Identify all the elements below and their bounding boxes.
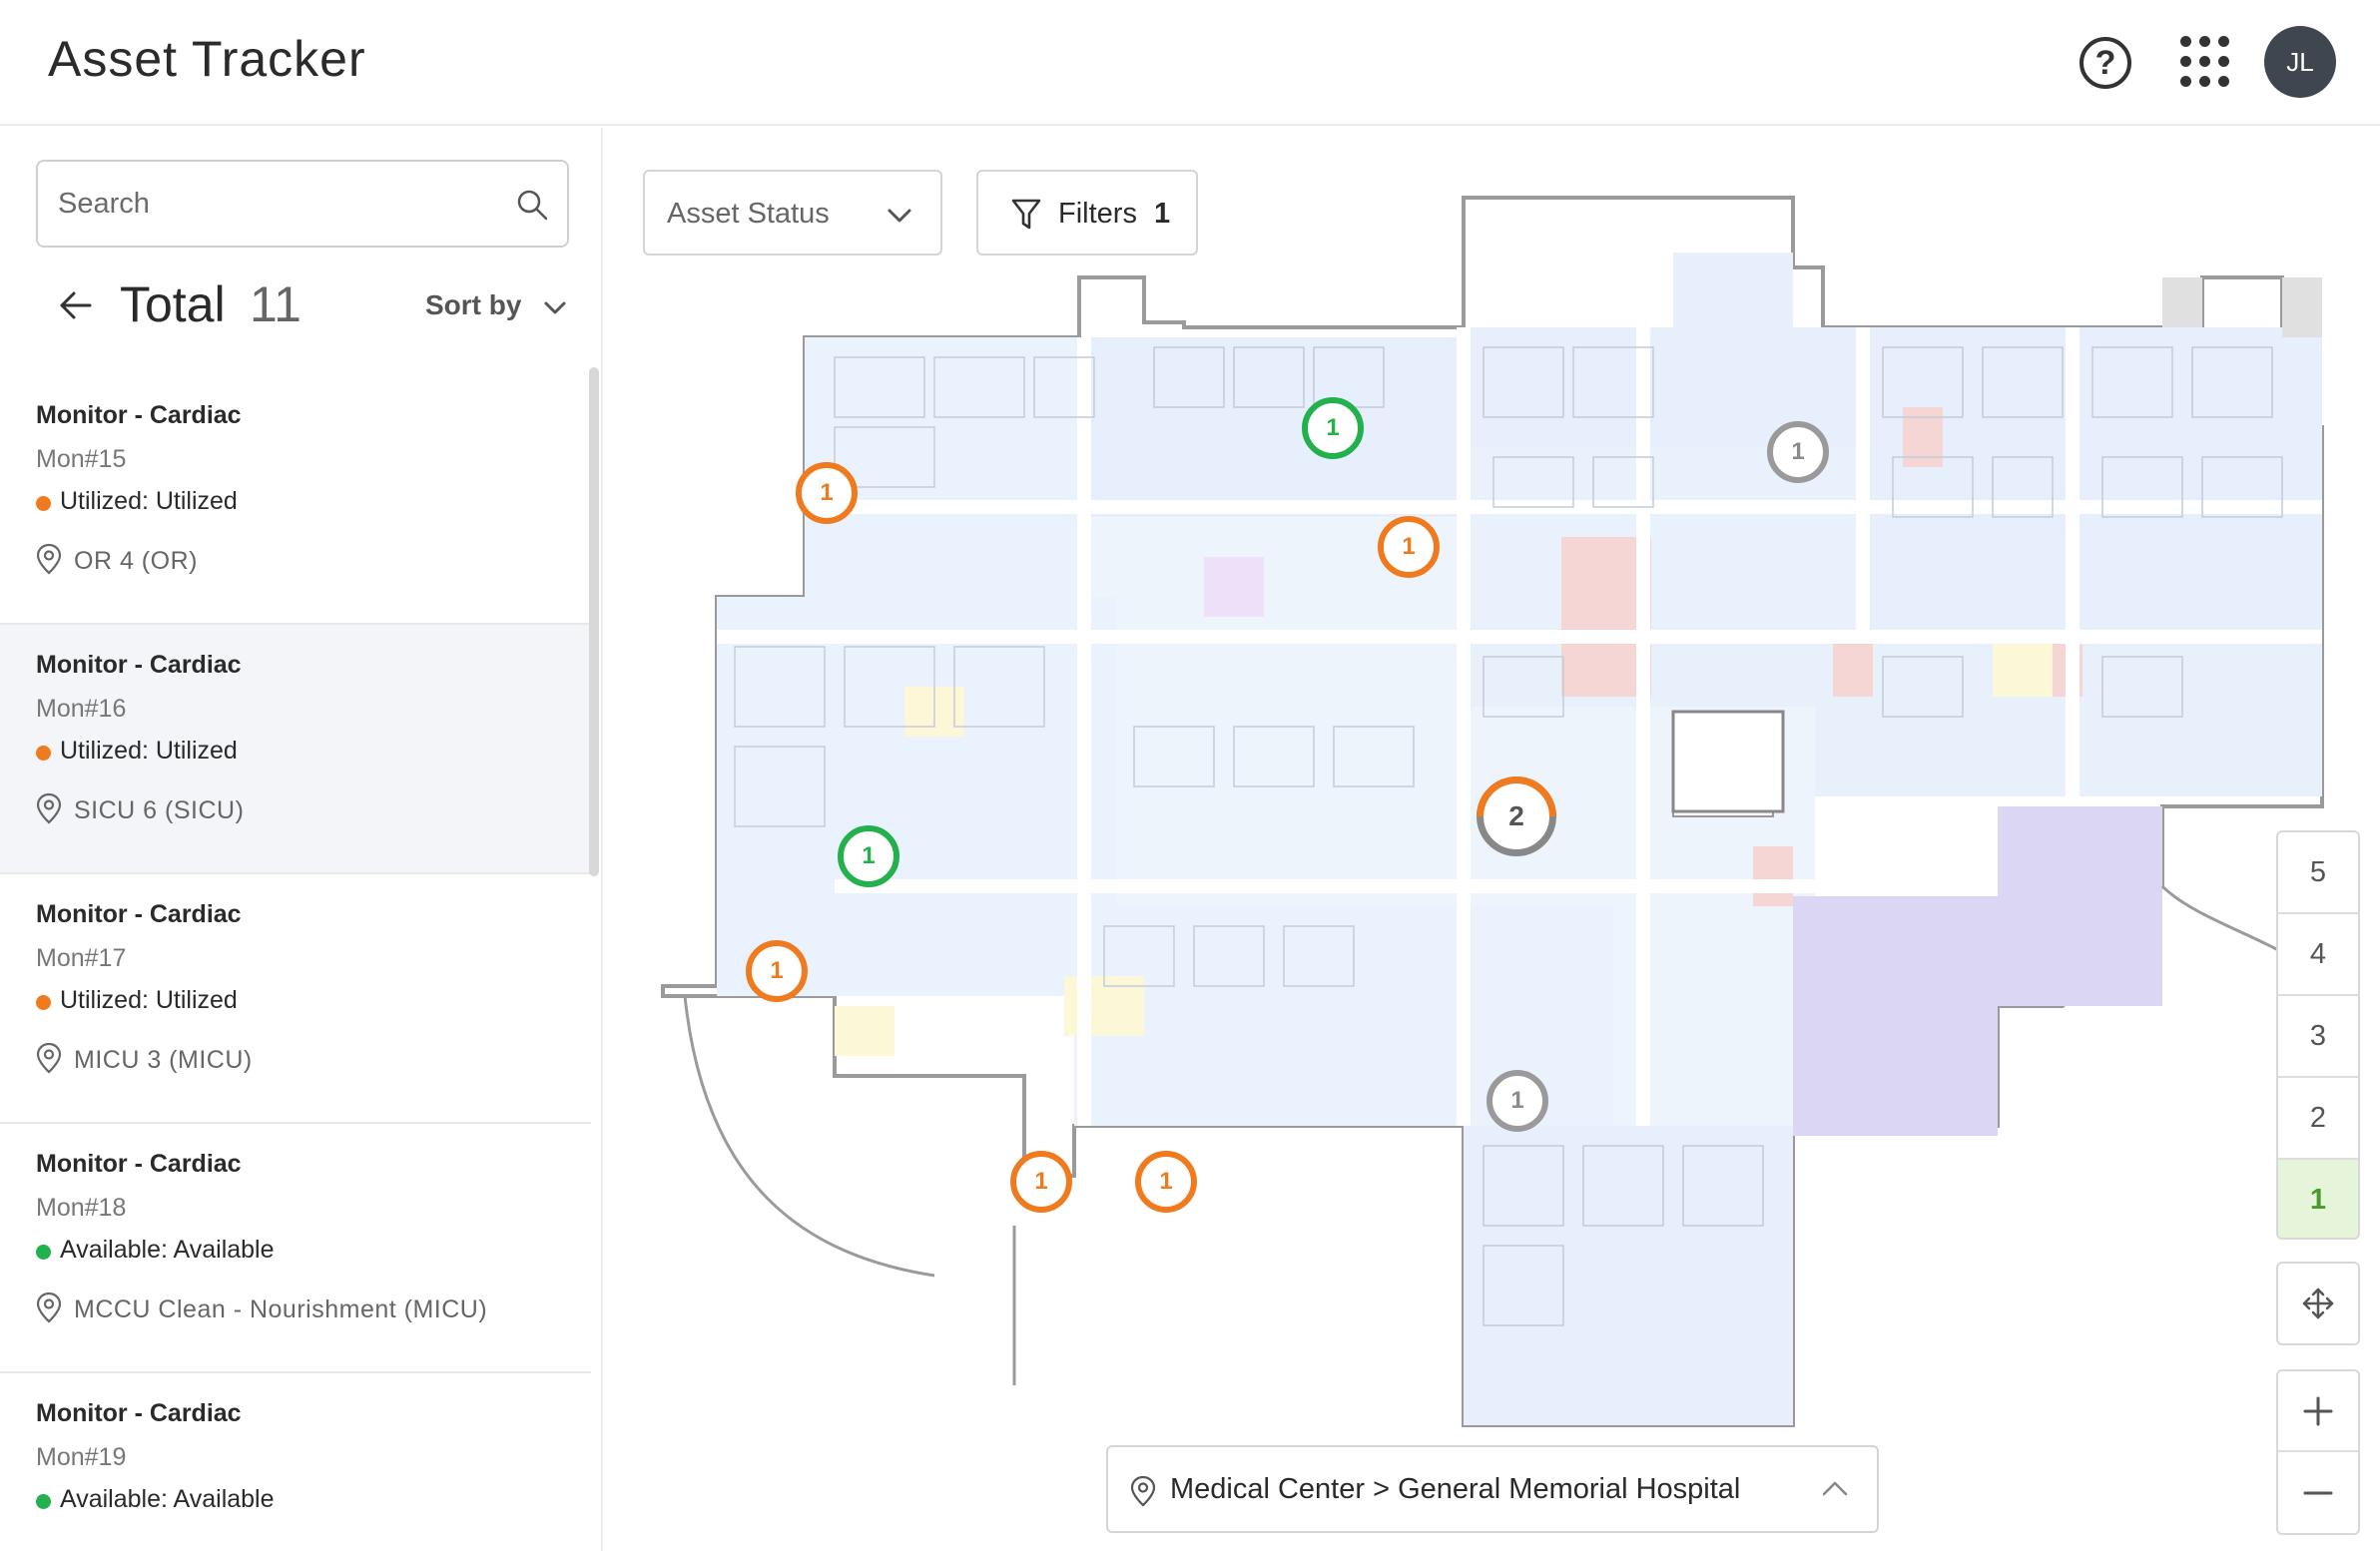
floor-button[interactable]: 3	[2278, 996, 2358, 1078]
location-text: SICU 6 (SICU)	[74, 796, 245, 824]
back-arrow-icon[interactable]	[56, 285, 96, 325]
breadcrumb-text: Medical Center > General Memorial Hospit…	[1170, 1473, 1741, 1505]
asset-marker[interactable]: 1	[796, 462, 858, 524]
sort-by-button[interactable]: Sort by	[425, 289, 521, 321]
search-box	[36, 160, 569, 248]
location-pin-icon	[36, 543, 62, 575]
location-pin-icon	[36, 792, 62, 824]
asset-name: Monitor - Cardiac	[36, 651, 242, 679]
asset-status: Utilized: Utilized	[36, 986, 238, 1015]
floor-button[interactable]: 2	[2278, 1078, 2358, 1160]
asset-status-label: Asset Status	[667, 198, 830, 230]
asset-status-dropdown[interactable]: Asset Status	[643, 170, 942, 256]
filter-funnel-icon	[1011, 199, 1041, 230]
asset-name: Monitor - Cardiac	[36, 1399, 242, 1427]
status-dot	[36, 746, 51, 761]
location-pin-icon	[36, 1292, 62, 1323]
floor-selector: 5 4 3 2 1	[2276, 830, 2360, 1240]
asset-status: Available: Available	[36, 1485, 275, 1514]
asset-id: Mon#16	[36, 695, 127, 723]
asset-marker[interactable]: 1	[1010, 1151, 1072, 1213]
asset-list-panel: Total 11 Sort by Monitor - Cardiac Mon#1…	[0, 128, 603, 1551]
asset-id: Mon#17	[36, 944, 127, 972]
asset-status: Utilized: Utilized	[36, 487, 238, 516]
asset-location: OR 4 (OR)	[36, 543, 198, 576]
floor-map[interactable]: Asset Status Filters 1 1 1 1 1 1 1 1 1 1…	[605, 128, 2380, 1551]
location-pin-icon	[1130, 1475, 1156, 1507]
plus-icon	[2303, 1396, 2333, 1426]
asset-status: Available: Available	[36, 1236, 275, 1265]
floor-button[interactable]: 5	[2278, 832, 2358, 914]
apps-grid-icon[interactable]	[2180, 36, 2230, 88]
filters-label: Filters	[1058, 198, 1137, 230]
status-text: Utilized: Utilized	[60, 986, 238, 1014]
zoom-controls	[2276, 1369, 2360, 1535]
list-item[interactable]: Monitor - Cardiac Mon#17 Utilized: Utili…	[0, 874, 591, 1124]
list-item[interactable]: Monitor - Cardiac Mon#18 Available: Avai…	[0, 1124, 591, 1373]
status-dot	[36, 1245, 51, 1260]
location-text: MICU 3 (MICU)	[74, 1046, 253, 1074]
location-text: MCCU Clean - Nourishment (MICU)	[74, 1295, 488, 1323]
asset-marker[interactable]: 1	[838, 825, 899, 887]
filters-count-badge: 1	[1154, 198, 1171, 230]
asset-id: Mon#18	[36, 1194, 127, 1222]
asset-marker[interactable]: 1	[1135, 1151, 1197, 1213]
list-item[interactable]: Monitor - Cardiac Mon#16 Utilized: Utili…	[0, 625, 591, 874]
asset-location: MICU 3 (MICU)	[36, 1042, 253, 1075]
asset-marker[interactable]: 1	[1302, 397, 1364, 459]
chevron-up-icon[interactable]	[1821, 1479, 1849, 1499]
move-arrows-icon	[2302, 1288, 2334, 1319]
asset-name: Monitor - Cardiac	[36, 1150, 242, 1178]
asset-cluster-marker[interactable]: 2	[1477, 776, 1556, 856]
app-header: Asset Tracker ? JL	[0, 0, 2380, 126]
asset-marker[interactable]: 1	[746, 940, 808, 1002]
asset-id: Mon#15	[36, 445, 127, 473]
status-text: Utilized: Utilized	[60, 737, 238, 765]
app-title: Asset Tracker	[48, 31, 366, 87]
status-dot	[36, 1494, 51, 1509]
floor-button-active[interactable]: 1	[2278, 1160, 2358, 1238]
list-item[interactable]: Monitor - Cardiac Mon#19 Available: Avai…	[0, 1373, 591, 1551]
asset-name: Monitor - Cardiac	[36, 401, 242, 429]
filters-button[interactable]: Filters 1	[976, 170, 1198, 256]
location-text: OR 4 (OR)	[74, 547, 198, 575]
minus-icon	[2303, 1491, 2333, 1495]
chevron-down-icon	[888, 209, 911, 223]
asset-marker[interactable]: 1	[1378, 516, 1440, 578]
pan-move-button[interactable]	[2276, 1262, 2360, 1345]
asset-location: MCCU Clean - Nourishment (MICU)	[36, 1292, 488, 1324]
status-text: Utilized: Utilized	[60, 487, 238, 515]
status-dot	[36, 496, 51, 511]
asset-list: Monitor - Cardiac Mon#15 Utilized: Utili…	[0, 375, 591, 1551]
floor-button[interactable]: 4	[2278, 914, 2358, 996]
total-count: 11	[250, 276, 301, 332]
search-icon[interactable]	[515, 188, 549, 222]
help-icon[interactable]: ?	[2080, 37, 2131, 89]
chevron-down-icon[interactable]	[542, 297, 568, 317]
location-pin-icon	[36, 1042, 62, 1074]
location-breadcrumb[interactable]: Medical Center > General Memorial Hospit…	[1106, 1445, 1879, 1533]
user-avatar[interactable]: JL	[2264, 26, 2336, 98]
zoom-in-button[interactable]	[2278, 1371, 2358, 1452]
asset-id: Mon#19	[36, 1443, 127, 1471]
status-text: Available: Available	[60, 1485, 275, 1513]
list-scrollbar[interactable]	[589, 367, 599, 876]
asset-marker[interactable]: 1	[1487, 1070, 1548, 1132]
total-label: Total	[120, 276, 226, 332]
search-input[interactable]	[58, 180, 497, 228]
status-text: Available: Available	[60, 1236, 275, 1264]
status-dot	[36, 995, 51, 1010]
list-item[interactable]: Monitor - Cardiac Mon#15 Utilized: Utili…	[0, 375, 591, 625]
asset-status: Utilized: Utilized	[36, 737, 238, 766]
zoom-out-button[interactable]	[2278, 1453, 2358, 1534]
asset-name: Monitor - Cardiac	[36, 900, 242, 928]
asset-location: SICU 6 (SICU)	[36, 792, 245, 825]
asset-marker[interactable]: 1	[1767, 421, 1829, 483]
